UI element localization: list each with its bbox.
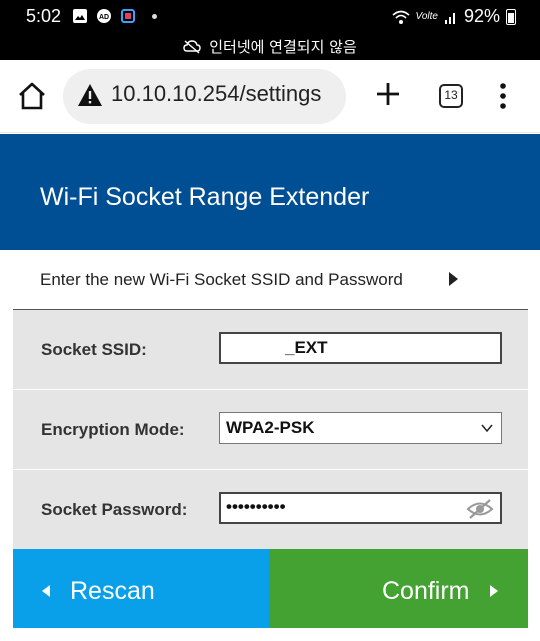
ad-block-icon: AD xyxy=(97,9,111,23)
status-time: 5:02 xyxy=(26,6,62,26)
warning-icon[interactable] xyxy=(77,83,103,107)
more-menu-icon[interactable] xyxy=(494,82,512,110)
password-input[interactable]: •••••••••• xyxy=(219,492,502,524)
caret-right-icon xyxy=(449,272,458,286)
settings-form: Socket SSID: _EXT Encryption Mode: WPA2-… xyxy=(13,310,528,549)
status-right: Volte 92% xyxy=(392,6,516,27)
ssid-label: Socket SSID: xyxy=(41,340,147,359)
page-header: Wi-Fi Socket Range Extender xyxy=(0,134,540,250)
volte-label: Volte xyxy=(415,11,438,22)
svg-text:AD: AD xyxy=(99,14,109,21)
confirm-label: Confirm xyxy=(382,577,470,605)
url-text[interactable]: 10.10.10.254/settings xyxy=(111,81,321,107)
wifi-icon xyxy=(392,10,410,24)
encryption-value: WPA2-PSK xyxy=(226,418,315,437)
instruction-row: Enter the new Wi-Fi Socket SSID and Pass… xyxy=(0,250,540,310)
offline-text: 인터넷에 연결되지 않음 xyxy=(209,38,357,56)
browser-toolbar: 10.10.10.254/settings 13 xyxy=(0,60,540,133)
more-notifications-dot xyxy=(152,13,157,19)
chevron-down-icon xyxy=(481,424,493,433)
rescan-label: Rescan xyxy=(70,577,155,605)
new-tab-icon[interactable] xyxy=(374,80,402,108)
caret-left-icon xyxy=(42,585,50,597)
password-value: •••••••••• xyxy=(226,497,286,516)
caret-right-icon xyxy=(490,585,498,597)
encryption-select[interactable]: WPA2-PSK xyxy=(219,412,502,444)
cloud-off-icon xyxy=(183,39,201,54)
password-label: Socket Password: xyxy=(41,500,188,519)
status-bar: 5:02 AD Volte 92% 인터넷에 연결되지 않음 xyxy=(0,0,540,60)
confirm-button[interactable]: Confirm xyxy=(270,549,528,628)
offline-banner: 인터넷에 연결되지 않음 xyxy=(0,36,540,57)
notification-icons: AD xyxy=(72,8,157,24)
home-icon[interactable] xyxy=(16,80,48,112)
battery-icon xyxy=(506,8,516,25)
battery-percent: 92% xyxy=(463,6,500,26)
app-notification-icon xyxy=(121,9,135,23)
gallery-icon xyxy=(73,9,87,23)
password-row: Socket Password: •••••••••• xyxy=(13,470,528,549)
ssid-input[interactable]: _EXT xyxy=(219,332,502,364)
signal-icon xyxy=(444,12,455,24)
rescan-button[interactable]: Rescan xyxy=(13,549,270,628)
instruction-text: Enter the new Wi-Fi Socket SSID and Pass… xyxy=(40,270,403,289)
encryption-row: Encryption Mode: WPA2-PSK xyxy=(13,390,528,469)
ssid-value: _EXT xyxy=(285,338,328,357)
tab-switcher-button[interactable]: 13 xyxy=(439,84,463,108)
ssid-row: Socket SSID: _EXT xyxy=(13,310,528,389)
eye-off-icon[interactable] xyxy=(466,498,494,520)
encryption-label: Encryption Mode: xyxy=(41,420,185,439)
page-title: Wi-Fi Socket Range Extender xyxy=(40,183,370,211)
address-bar[interactable]: 10.10.10.254/settings xyxy=(63,69,346,124)
